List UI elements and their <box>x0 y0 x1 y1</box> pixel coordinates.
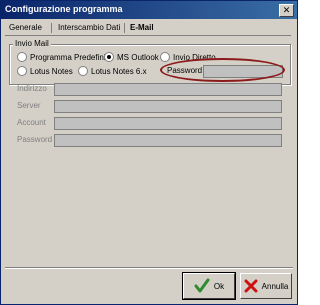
account-field[interactable] <box>54 117 282 130</box>
radio-label: Lotus Notes <box>30 66 73 76</box>
radio-circle <box>160 52 170 62</box>
close-button[interactable]: ✕ <box>279 4 294 17</box>
window-title: Configurazione programma <box>5 4 123 14</box>
password-field[interactable] <box>54 134 282 147</box>
checkmark-icon <box>194 278 210 293</box>
tab-generale[interactable]: Generale <box>6 22 45 34</box>
radio-lotus-notes[interactable]: Lotus Notes <box>17 66 73 76</box>
server-field[interactable] <box>54 100 282 113</box>
ok-button[interactable]: Ok <box>183 273 235 299</box>
config-dialog: Configurazione programma ✕ Generale Inte… <box>0 0 298 305</box>
radio-lotus-notes-6x[interactable]: Lotus Notes 6.x <box>78 66 147 76</box>
tab-separator <box>124 23 125 33</box>
indirizzo-label: Indirizzo <box>17 84 47 93</box>
close-icon: ✕ <box>282 5 291 15</box>
tab-email[interactable]: E-Mail <box>127 22 157 34</box>
server-label: Server <box>17 101 41 110</box>
cancel-label: Annulla <box>261 281 289 291</box>
password-label: Password <box>17 135 53 144</box>
radio-label: Programma Predefinito <box>30 52 113 62</box>
red-x-icon <box>244 279 258 293</box>
account-label: Account <box>17 118 46 127</box>
title-bar[interactable]: Configurazione programma ✕ <box>1 1 297 19</box>
radio-label: Lotus Notes 6.x <box>91 66 147 76</box>
radio-programma-predefinito[interactable]: Programma Predefinito <box>17 52 112 62</box>
cancel-button[interactable]: Annulla <box>240 273 292 299</box>
radio-label: MS Outlook <box>117 52 159 62</box>
highlight-ellipse <box>160 58 285 82</box>
indirizzo-field[interactable] <box>54 83 282 96</box>
tab-separator <box>51 23 52 33</box>
radio-circle <box>17 52 27 62</box>
tab-underline <box>5 35 291 36</box>
invio-mail-group-title: Invio Mail <box>13 39 51 48</box>
radio-circle <box>104 52 114 62</box>
button-separator <box>5 267 293 269</box>
radio-circle <box>17 66 27 76</box>
ok-label: Ok <box>213 281 225 291</box>
radio-circle <box>78 66 88 76</box>
tab-interscambio-dati[interactable]: Interscambio Dati <box>55 22 123 34</box>
radio-ms-outlook[interactable]: MS Outlook <box>104 52 159 62</box>
